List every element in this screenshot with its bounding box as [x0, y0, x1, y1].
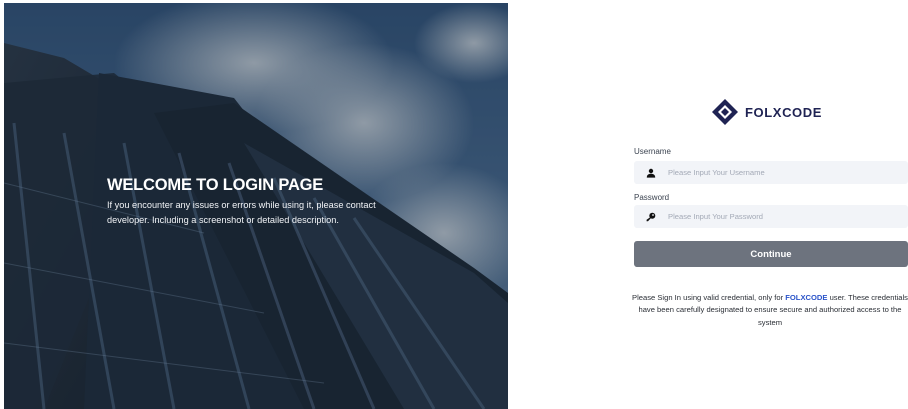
hero-description: If you encounter any issues or errors wh… [107, 200, 376, 225]
password-field[interactable] [634, 205, 908, 228]
folxcode-logo-icon [712, 99, 738, 125]
hero-panel: WELCOME TO LOGIN PAGE If you encounter a… [4, 3, 508, 409]
username-input[interactable] [668, 168, 888, 177]
login-panel: FOLXCODE Username Password Continue Plea… [632, 0, 908, 409]
password-input[interactable] [668, 212, 888, 221]
signin-note-before: Please Sign In using valid credential, o… [632, 292, 786, 302]
signin-note-brand: FOLXCODE [785, 292, 828, 302]
continue-button[interactable]: Continue [634, 241, 908, 267]
brand-logo: FOLXCODE [711, 98, 822, 126]
hero-title: WELCOME TO LOGIN PAGE [107, 176, 324, 194]
key-icon [646, 212, 656, 222]
user-icon [646, 168, 656, 178]
brand-name: FOLXCODE [745, 104, 823, 120]
username-label: Username [634, 147, 671, 156]
signin-note: Please Sign In using valid credential, o… [627, 292, 908, 330]
hero-text-block: WELCOME TO LOGIN PAGE If you encounter a… [107, 175, 387, 228]
username-field[interactable] [634, 161, 908, 184]
password-label: Password [634, 193, 670, 202]
